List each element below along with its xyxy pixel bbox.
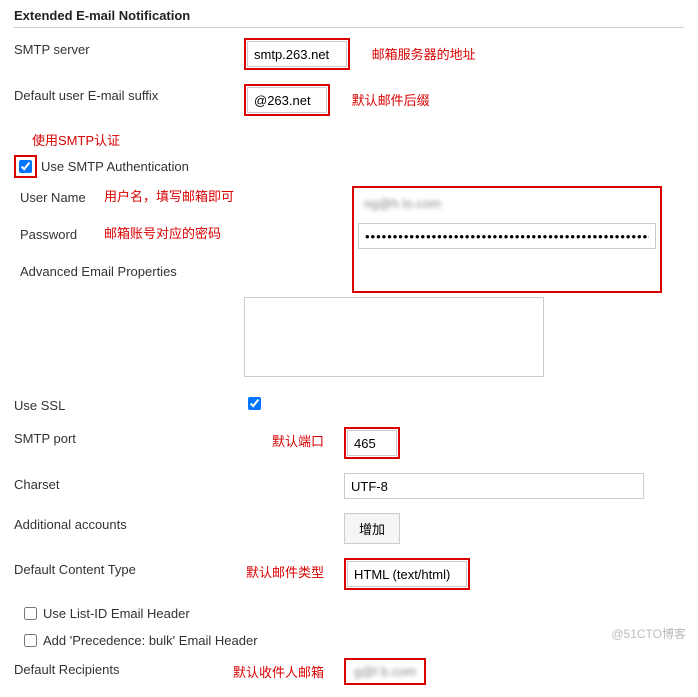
label-default-recipients: Default Recipients [14,662,120,681]
annotation-default-suffix: 默认邮件后缀 [352,93,430,108]
label-default-suffix: Default user E-mail suffix [14,84,244,103]
default-recipients-display: g@l b.com [354,664,416,679]
label-add-precedence: Add 'Precedence: bulk' Email Header [43,633,258,648]
adv-props-textarea[interactable] [244,297,544,377]
default-suffix-input[interactable] [247,87,327,113]
default-content-type-input[interactable] [347,561,467,587]
annotation-password: 邮箱账号对应的密码 [104,223,221,242]
label-password: Password [14,223,104,242]
annotation-smtp-server: 邮箱服务器的地址 [372,47,476,62]
section-title: Extended E-mail Notification [14,8,684,28]
use-ssl-checkbox[interactable] [248,397,261,410]
label-use-smtp-auth: Use SMTP Authentication [41,159,189,174]
add-button[interactable]: 增加 [344,513,400,544]
annotation-smtp-port: 默认端口 [272,431,324,450]
user-name-display: ng@h lo.com [364,196,441,211]
annotation-use-smtp-auth: 使用SMTP认证 [32,130,120,149]
watermark: @51CTO博客 [611,625,686,642]
label-default-content-type: Default Content Type [14,562,136,581]
annotation-user-name: 用户名，填写邮箱即可 [104,186,234,205]
label-adv-props: Advanced Email Properties [14,260,177,279]
charset-input[interactable] [344,473,644,499]
annotation-default-recipients: 默认收件人邮箱 [233,662,324,681]
use-list-id-checkbox[interactable] [24,607,37,620]
label-smtp-port: SMTP port [14,431,76,450]
label-use-ssl: Use SSL [14,394,244,413]
label-smtp-server: SMTP server [14,38,244,57]
label-additional-accounts: Additional accounts [14,513,344,532]
label-user-name: User Name [14,186,104,205]
add-precedence-checkbox[interactable] [24,634,37,647]
label-charset: Charset [14,473,344,492]
smtp-server-input[interactable] [247,41,347,67]
annotation-default-content-type: 默认邮件类型 [246,562,324,581]
smtp-port-input[interactable] [347,430,397,456]
use-smtp-auth-checkbox[interactable] [19,160,32,173]
password-input[interactable] [358,223,656,249]
label-use-list-id: Use List-ID Email Header [43,606,190,621]
